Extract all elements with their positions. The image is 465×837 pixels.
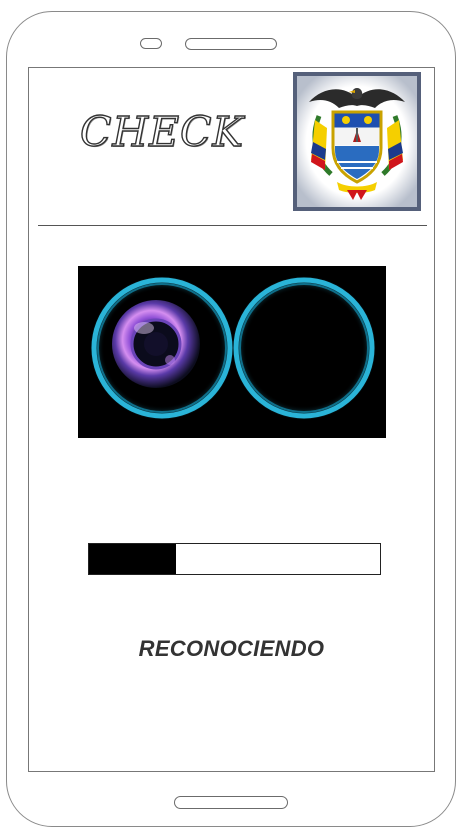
coat-of-arms-icon — [293, 72, 421, 211]
camera-lens-icon — [78, 266, 386, 438]
home-button[interactable] — [174, 796, 288, 809]
status-label: RECONOCIENDO — [138, 636, 325, 661]
speaker-slot — [185, 38, 277, 50]
front-camera-dot — [140, 38, 162, 49]
progress-fill — [89, 544, 177, 574]
header-divider — [38, 225, 427, 226]
app-title: CHECK — [79, 108, 245, 156]
progress-bar — [88, 543, 381, 575]
